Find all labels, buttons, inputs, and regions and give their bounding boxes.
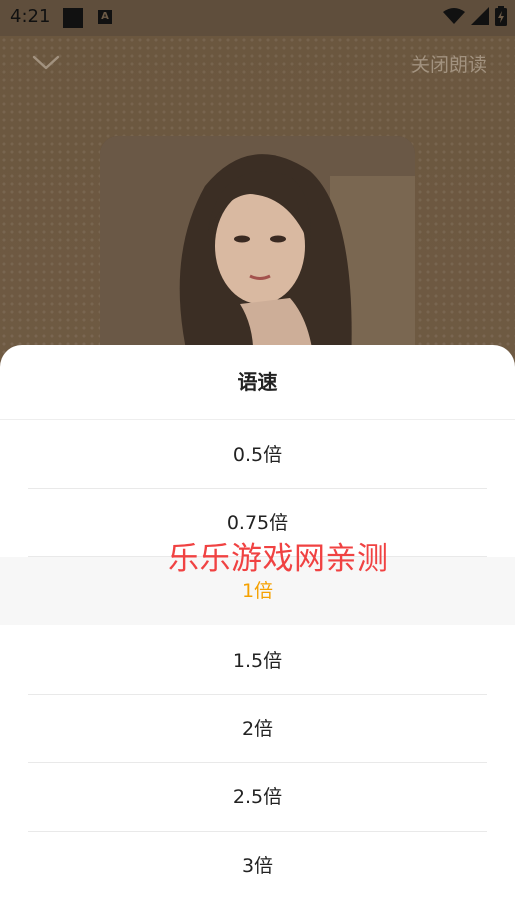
notification-square-icon [63, 8, 83, 28]
sheet-title: 语速 [0, 345, 515, 420]
a-icon: A [98, 10, 112, 24]
watermark-text: 乐乐游戏网亲测 [168, 541, 389, 577]
speed-option-2.5x[interactable]: 2.5倍 [0, 763, 515, 831]
battery-icon [495, 6, 507, 26]
collapse-button[interactable] [28, 48, 64, 78]
close-reading-button[interactable]: 关闭朗读 [411, 50, 487, 77]
speed-option-0.5x[interactable]: 0.5倍 [0, 421, 515, 489]
chevron-down-icon [32, 55, 60, 70]
status-icons [443, 6, 507, 26]
speed-option-1.5x[interactable]: 1.5倍 [0, 627, 515, 695]
status-bar: 4:21 A [0, 0, 515, 36]
signal-icon [471, 7, 489, 25]
speed-bottom-sheet: 语速 0.5倍 0.75倍 1倍 1.5倍 2倍 2.5倍 3倍 [0, 345, 515, 915]
speed-option-2x[interactable]: 2倍 [0, 695, 515, 763]
status-time: 4:21 [10, 6, 51, 27]
wifi-icon [443, 8, 465, 24]
speed-option-3x[interactable]: 3倍 [0, 832, 515, 900]
